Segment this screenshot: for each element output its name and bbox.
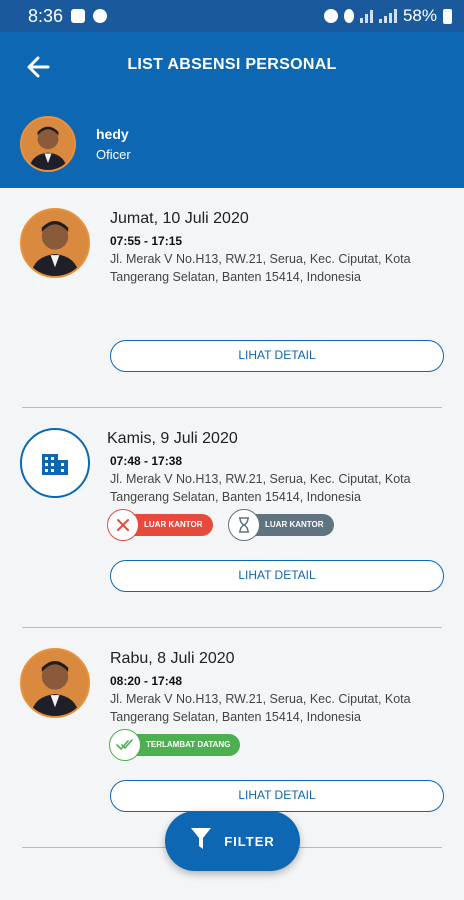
status-bar: 8:36 58% [0, 0, 464, 32]
attendance-list: Jumat, 10 Juli 2020 07:55 - 17:15 Jl. Me… [0, 188, 464, 848]
attendance-date: Rabu, 8 Juli 2020 [110, 650, 235, 667]
filter-label: FILTER [224, 833, 275, 849]
signal-icon [378, 9, 397, 23]
status-time: 8:36 [28, 5, 64, 26]
avatar [20, 208, 90, 278]
view-detail-button[interactable]: LIHAT DETAIL [110, 780, 444, 812]
filter-button[interactable]: FILTER [165, 811, 300, 871]
close-icon [107, 509, 139, 541]
check-icon [93, 9, 108, 23]
view-detail-button[interactable]: LIHAT DETAIL [110, 340, 444, 372]
badge-label: LUAR KANTOR [265, 520, 324, 529]
status-badge: LUAR KANTOR [107, 509, 213, 541]
building-icon [20, 428, 90, 498]
attendance-address: Jl. Merak V No.H13, RW.21, Serua, Kec. C… [110, 692, 411, 724]
page-title: LIST ABSENSI PERSONAL [127, 56, 337, 73]
user-name: hedy [96, 126, 129, 142]
app-bar: LIST ABSENSI PERSONAL [0, 32, 464, 104]
view-detail-button[interactable]: LIHAT DETAIL [110, 560, 444, 592]
attendance-date: Jumat, 10 Juli 2020 [110, 210, 249, 227]
attendance-address: Jl. Merak V No.H13, RW.21, Serua, Kec. C… [110, 252, 411, 284]
double-check-icon [109, 729, 141, 761]
user-role: Oficer [96, 147, 131, 162]
location-icon [343, 9, 354, 23]
battery-percent: 58% [402, 6, 437, 25]
badge-label: LUAR KANTOR [144, 520, 203, 529]
attendance-card: Jumat, 10 Juli 2020 07:55 - 17:15 Jl. Me… [0, 188, 464, 408]
filter-icon [190, 827, 212, 856]
badge-label: TERLAMBAT DATANG [146, 740, 231, 749]
user-profile: hedy Oficer [0, 104, 464, 188]
attendance-date: Kamis, 9 Juli 2020 [107, 430, 238, 447]
hourglass-icon [228, 509, 260, 541]
avatar [20, 116, 76, 172]
status-badge: LUAR KANTOR [228, 509, 334, 541]
battery-icon [443, 8, 452, 24]
attendance-time: 08:20 - 17:48 [110, 674, 183, 688]
notification-icon [71, 9, 86, 23]
attendance-time: 07:48 - 17:38 [110, 454, 183, 468]
alarm-icon [323, 9, 338, 23]
avatar [20, 648, 90, 718]
attendance-address: Jl. Merak V No.H13, RW.21, Serua, Kec. C… [110, 472, 411, 504]
status-badge: TERLAMBAT DATANG [109, 729, 241, 761]
wifi-icon [359, 9, 373, 23]
attendance-card: Kamis, 9 Juli 2020 07:48 - 17:38 Jl. Mer… [0, 408, 464, 628]
attendance-time: 07:55 - 17:15 [110, 234, 183, 248]
